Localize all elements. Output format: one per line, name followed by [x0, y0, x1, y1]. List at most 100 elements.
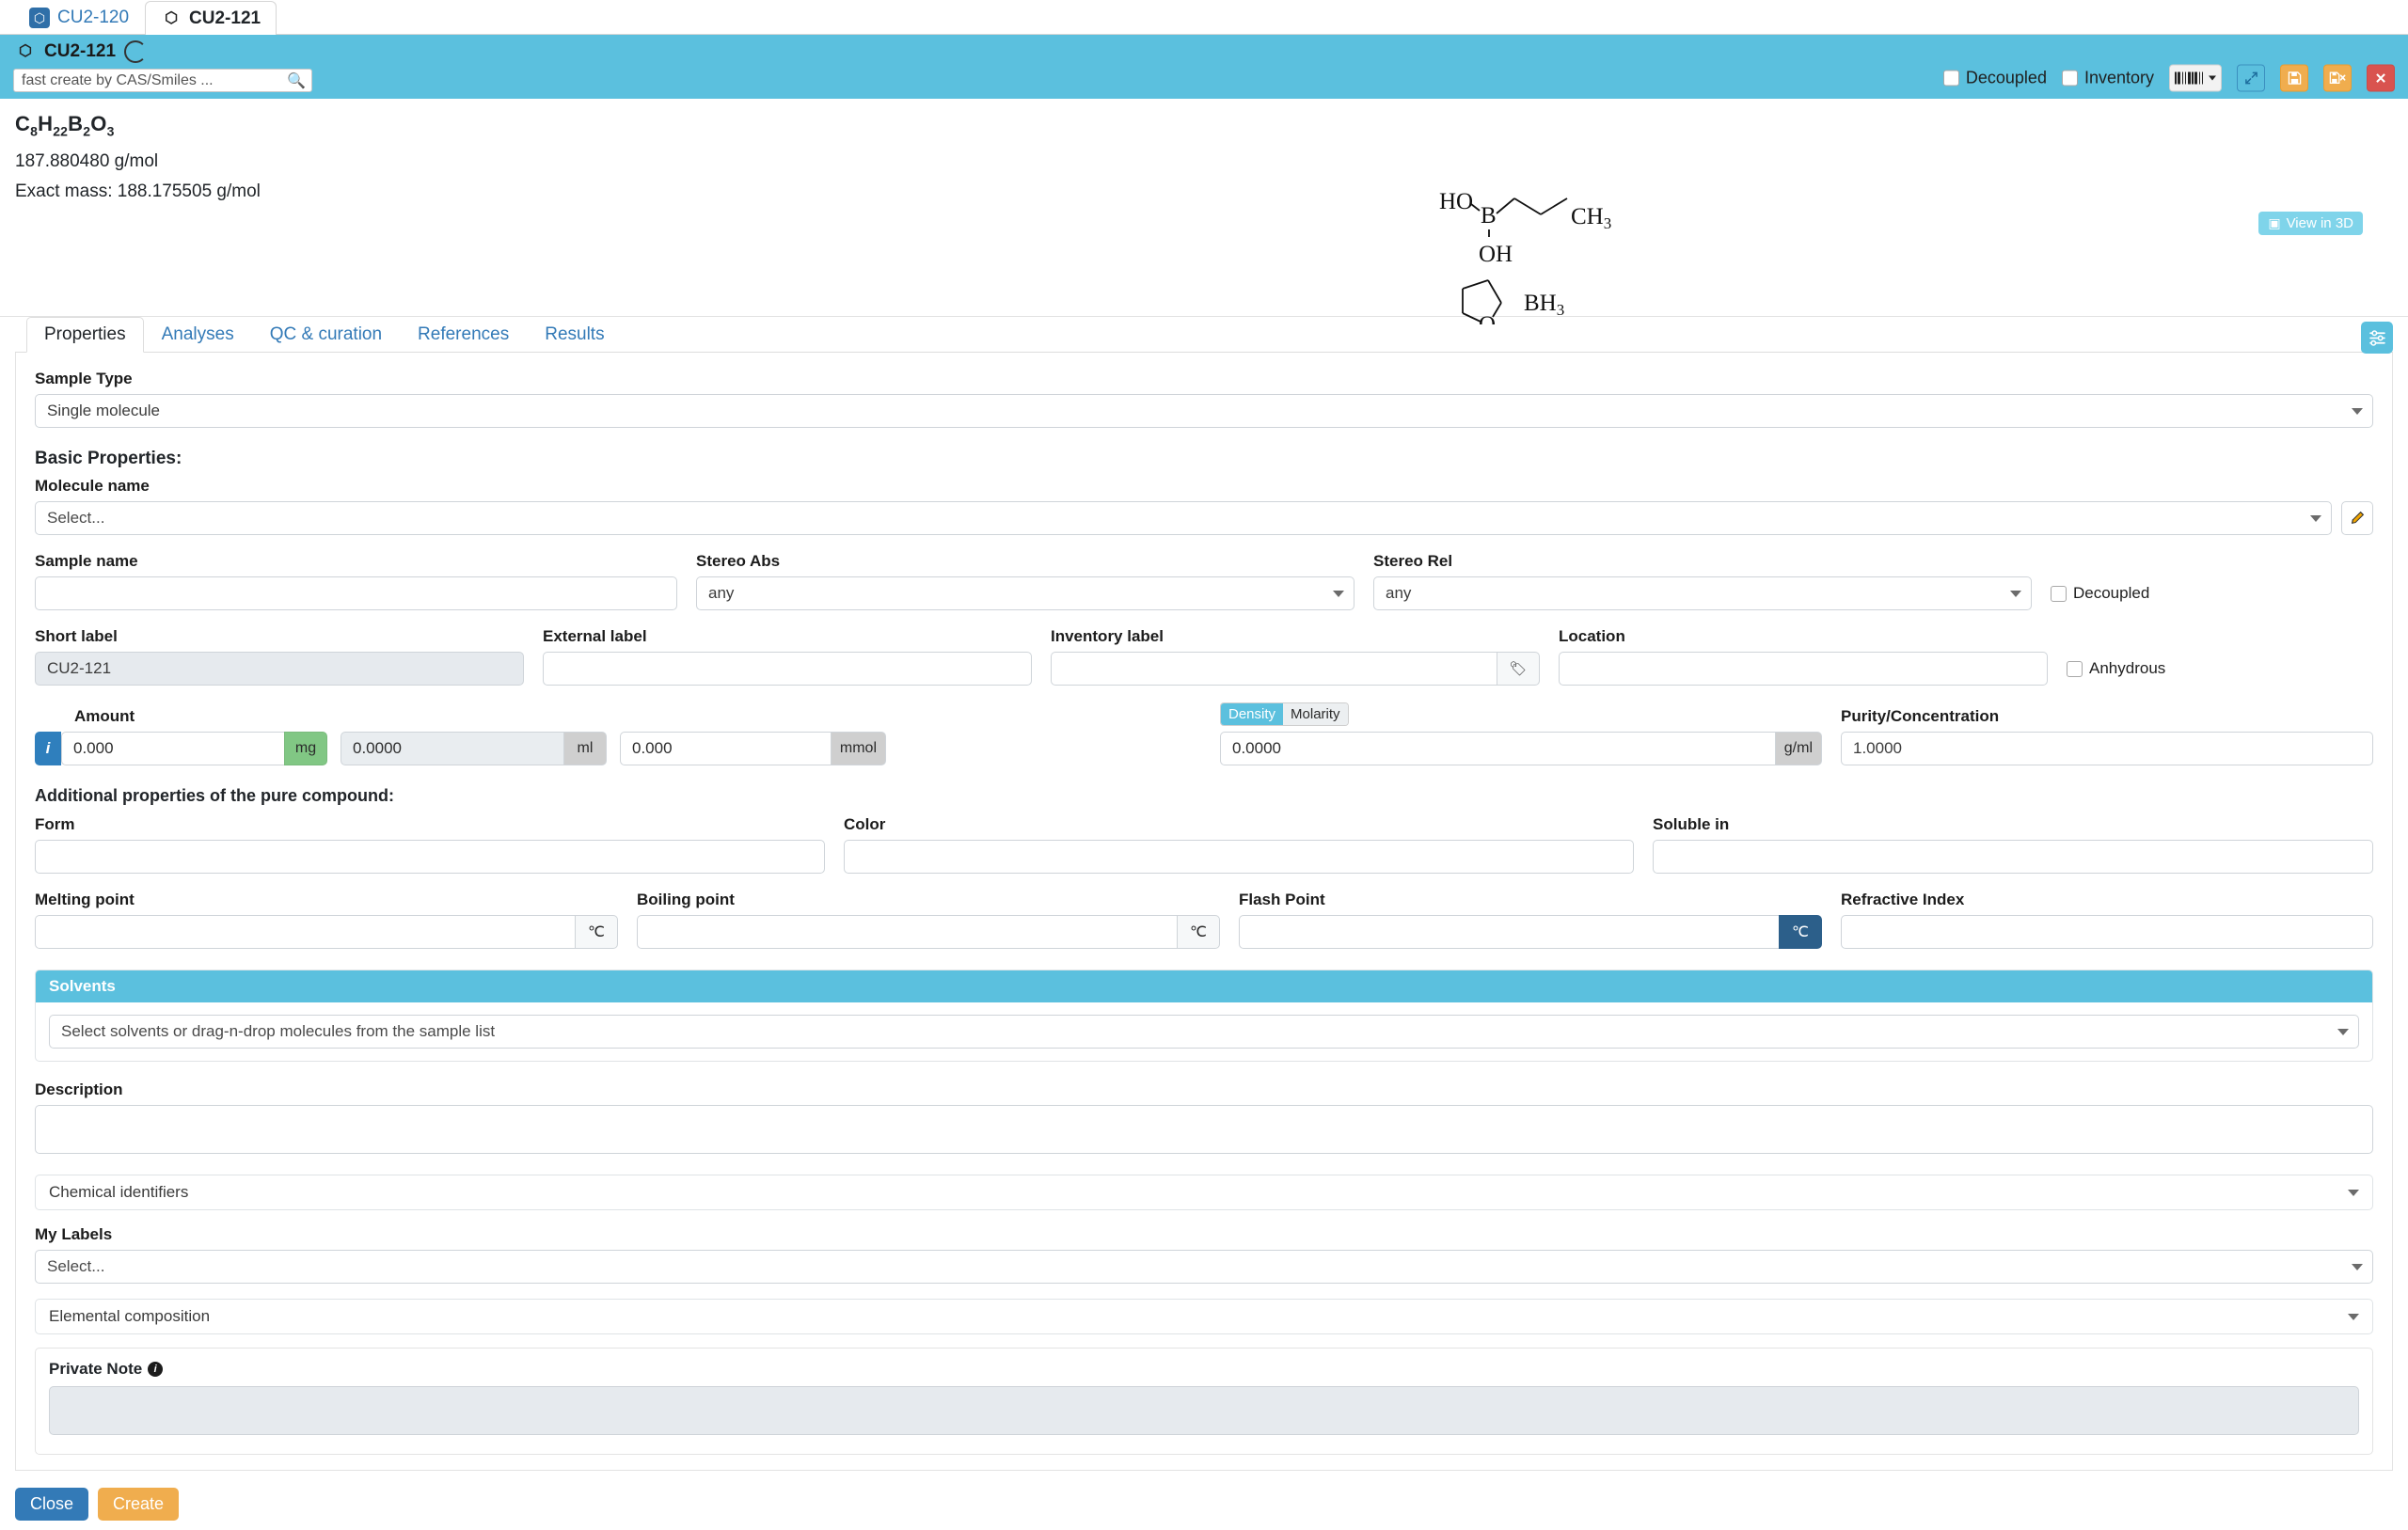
molecule-name-value: Select...: [47, 509, 105, 527]
sample-title-text: CU2-121: [44, 41, 117, 61]
molecule-name-select[interactable]: Select...: [35, 501, 2332, 535]
inventory-tag-button[interactable]: 🏷: [1497, 652, 1540, 686]
form-field-label: Form: [35, 815, 75, 833]
molarity-toggle-option[interactable]: Molarity: [1283, 703, 1348, 725]
boiling-point-group: ℃: [637, 915, 1220, 949]
search-input[interactable]: [20, 71, 284, 90]
amount-mol-group: 0.000 mmol: [620, 732, 886, 765]
purity-input[interactable]: 1.0000: [1841, 732, 2373, 765]
sample-type-value: Single molecule: [47, 402, 161, 419]
header-decoupled-checkbox[interactable]: Decoupled: [1942, 69, 2047, 88]
private-note-textarea[interactable]: [49, 1386, 2359, 1435]
boiling-point-unit-button[interactable]: ℃: [1177, 915, 1220, 949]
flash-point-unit-button[interactable]: ℃: [1779, 915, 1822, 949]
tab-references[interactable]: References: [400, 317, 527, 353]
molecule-structure-image: HO B CH3 OH O BH3: [1439, 188, 1721, 338]
soluble-in-input[interactable]: [1653, 840, 2373, 874]
my-labels-select[interactable]: Select...: [35, 1250, 2373, 1284]
molecule-name-edit-button[interactable]: [2341, 501, 2373, 535]
color-input[interactable]: [844, 840, 1634, 874]
location-input[interactable]: [1559, 652, 2048, 686]
soluble-in-label: Soluble in: [1653, 815, 1730, 833]
anhydrous-checkbox[interactable]: Anhydrous: [2067, 659, 2165, 678]
molecule-summary-band: C8H22B2O3 187.880480 g/mol Exact mass: 1…: [0, 99, 2408, 338]
header-inventory-label: Inventory: [2083, 68, 2154, 87]
chemical-identifiers-section[interactable]: Chemical identifiers: [35, 1175, 2373, 1210]
tab-qc-curation[interactable]: QC & curation: [252, 317, 400, 353]
solvents-select[interactable]: Select solvents or drag-n-drop molecules…: [49, 1015, 2359, 1049]
chevron-down-icon: [2348, 1313, 2359, 1320]
workspace-tab-cu2-121[interactable]: ⬡ CU2-121: [145, 1, 277, 35]
info-icon[interactable]: i: [148, 1362, 164, 1377]
workspace-tab-label: CU2-120: [57, 8, 130, 27]
expand-button[interactable]: [2237, 64, 2265, 92]
tab-analyses[interactable]: Analyses: [144, 317, 252, 353]
loading-ring-icon: [124, 40, 148, 63]
checkbox-box[interactable]: [1942, 70, 1959, 87]
amount-mass-unit-button[interactable]: mg: [284, 732, 327, 765]
tab-settings-button[interactable]: [2361, 322, 2393, 354]
amount-mol-unit: mmol: [839, 740, 877, 756]
exact-mass: Exact mass: 188.175505 g/mol: [15, 181, 261, 202]
inventory-label-input[interactable]: [1051, 652, 1497, 686]
solvents-header: Solvents: [36, 970, 2372, 1002]
form-decoupled-checkbox[interactable]: Decoupled: [2051, 584, 2149, 603]
melting-point-unit: ℃: [588, 924, 605, 940]
description-textarea[interactable]: [35, 1105, 2373, 1154]
melting-point-input[interactable]: [35, 915, 575, 949]
workspace-tab-cu2-120[interactable]: ⬡ CU2-120: [13, 1, 145, 34]
amount-mass-unit: mg: [294, 740, 317, 756]
refractive-index-label: Refractive Index: [1841, 891, 1965, 908]
save-button[interactable]: [2280, 64, 2308, 92]
elemental-composition-section[interactable]: Elemental composition: [35, 1299, 2373, 1334]
additional-properties-heading: Additional properties of the pure compou…: [35, 786, 394, 805]
amount-info-button[interactable]: i: [35, 732, 61, 765]
close-form-button[interactable]: Close: [15, 1488, 89, 1521]
amount-volume-unit-button[interactable]: ml: [563, 732, 607, 765]
form-footer: Close Create: [15, 1488, 2393, 1530]
boiling-point-input[interactable]: [637, 915, 1177, 949]
tab-label: Results: [545, 324, 605, 344]
save-and-close-button[interactable]: [2323, 64, 2352, 92]
density-input[interactable]: 0.0000: [1220, 732, 1775, 765]
my-labels-value: Select...: [47, 1257, 105, 1275]
header-inventory-checkbox[interactable]: Inventory: [2061, 68, 2154, 88]
sample-type-select[interactable]: Single molecule: [35, 394, 2373, 428]
floppy-disk-icon: [2288, 71, 2301, 85]
flash-point-input[interactable]: [1239, 915, 1779, 949]
hexagon-icon: ⬡: [29, 8, 50, 28]
header-actions: Decoupled Inventory ✕: [1942, 64, 2395, 92]
melting-point-unit-button[interactable]: ℃: [575, 915, 618, 949]
workspace-tab-strip: ⬡ CU2-120 ⬡ CU2-121: [0, 0, 2408, 35]
sample-name-input[interactable]: [35, 576, 677, 610]
stereo-rel-select[interactable]: any: [1373, 576, 2032, 610]
form-color-row: Form Color Soluble in: [35, 815, 2373, 874]
amount-mol-input[interactable]: 0.000: [620, 732, 831, 765]
amount-mol-unit-button[interactable]: mmol: [830, 732, 886, 765]
amount-volume-input[interactable]: 0.0000: [341, 732, 563, 765]
stereo-abs-select[interactable]: any: [696, 576, 1354, 610]
tab-properties[interactable]: Properties: [26, 317, 144, 353]
density-molarity-toggle: Density Molarity: [1220, 702, 1349, 726]
checkbox-box[interactable]: [2051, 585, 2067, 602]
amount-row: Amount i 0.000 mg 0.0000 ml 0.000 mmol D…: [35, 702, 2373, 765]
chevron-down-icon: [2010, 590, 2021, 597]
density-toggle-option[interactable]: Density: [1221, 703, 1284, 725]
external-label-input[interactable]: [543, 652, 1032, 686]
view-in-3d-button[interactable]: ▣ View in 3D: [2258, 212, 2363, 235]
form-input[interactable]: [35, 840, 825, 874]
solvents-placeholder: Select solvents or drag-n-drop molecules…: [61, 1022, 496, 1040]
barcode-dropdown-button[interactable]: [2169, 64, 2222, 92]
close-button[interactable]: ✕: [2367, 64, 2395, 92]
amount-mass-input[interactable]: 0.000: [61, 732, 284, 765]
checkbox-box[interactable]: [2061, 70, 2078, 87]
checkbox-box[interactable]: [2067, 660, 2083, 677]
refractive-index-input[interactable]: [1841, 915, 2373, 949]
sample-header-title: ⬡ CU2-121: [15, 40, 148, 63]
chemical-identifiers-label: Chemical identifiers: [49, 1183, 189, 1201]
search-icon[interactable]: 🔍: [283, 71, 306, 90]
fast-create-search[interactable]: 🔍: [13, 69, 312, 92]
create-button[interactable]: Create: [98, 1488, 180, 1521]
tab-results[interactable]: Results: [527, 317, 622, 353]
info-icon: i: [45, 739, 51, 757]
